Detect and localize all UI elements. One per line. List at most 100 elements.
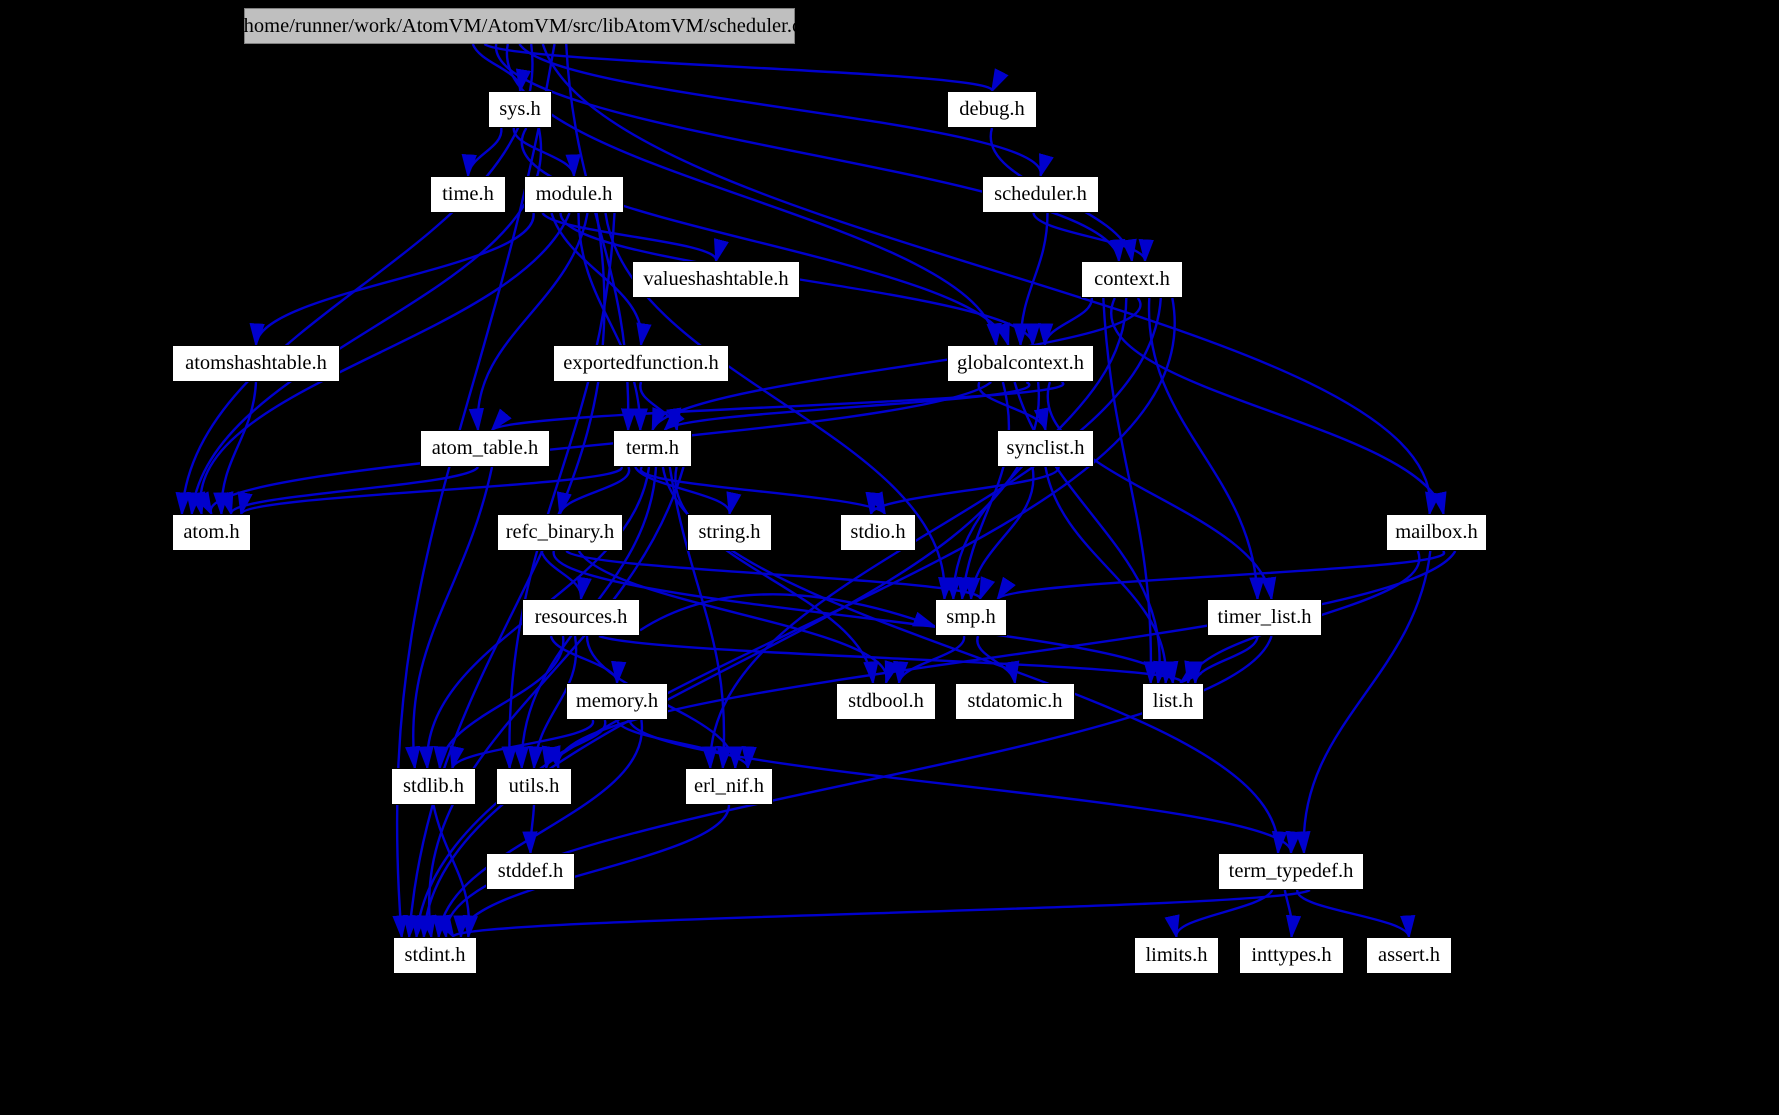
graph-edge-utils-to-stddef <box>522 804 538 856</box>
graph-node-label: term_typedef.h <box>1228 860 1354 883</box>
graph-edge-context-to-timer_list <box>1147 297 1265 602</box>
graph-node-atom_table[interactable]: atom_table.h <box>420 430 550 467</box>
graph-node-string[interactable]: string.h <box>687 514 772 551</box>
graph-node-label: timer_list.h <box>1217 606 1312 629</box>
graph-node-valueshashtable[interactable]: valueshashtable.h <box>632 261 800 298</box>
graph-node-term_typedef[interactable]: term_typedef.h <box>1218 853 1364 890</box>
graph-node-label: erl_nif.h <box>693 775 765 798</box>
graph-edge-mailbox-to-utils <box>545 550 1457 771</box>
graph-node-stdio[interactable]: stdio.h <box>840 514 916 551</box>
graph-edge-atom_table-to-stdlib <box>405 466 494 771</box>
graph-node-stdint[interactable]: stdint.h <box>393 937 477 974</box>
graph-node-label: limits.h <box>1145 944 1208 967</box>
graph-node-stdatomic[interactable]: stdatomic.h <box>955 683 1075 720</box>
graph-node-label: utils.h <box>508 775 560 798</box>
graph-node-atomshashtable[interactable]: atomshashtable.h <box>172 345 340 382</box>
graph-node-utils[interactable]: utils.h <box>496 768 572 805</box>
graph-edge-mailbox-to-term_typedef <box>1295 550 1432 856</box>
graph-edge-resources-to-memory <box>549 635 627 686</box>
edge-layer <box>175 42 1457 940</box>
graph-node-mailbox[interactable]: mailbox.h <box>1386 514 1487 551</box>
include-dependency-graph: /home/runner/work/AtomVM/AtomVM/src/libA… <box>0 0 1779 1115</box>
graph-node-label: stdint.h <box>404 944 466 967</box>
graph-node-label: mailbox.h <box>1395 521 1478 544</box>
graph-edge-synclist-to-list <box>1044 466 1175 686</box>
graph-node-label: globalcontext.h <box>957 352 1084 375</box>
graph-edge-term-to-refc_binary <box>556 466 631 517</box>
graph-node-label: list.h <box>1152 690 1194 713</box>
graph-edge-mailbox-to-smp <box>996 550 1446 601</box>
graph-node-sys[interactable]: sys.h <box>488 91 552 128</box>
graph-node-label: memory.h <box>575 690 659 713</box>
graph-node-label: inttypes.h <box>1251 944 1332 967</box>
graph-node-label: context.h <box>1094 268 1170 291</box>
graph-node-synclist[interactable]: synclist.h <box>997 430 1094 467</box>
graph-edge-term_typedef-to-assert <box>1296 889 1416 940</box>
graph-node-label: valueshashtable.h <box>643 268 789 291</box>
graph-node-globalcontext[interactable]: globalcontext.h <box>947 345 1094 382</box>
graph-node-label: time.h <box>442 183 494 206</box>
graph-node-label: term.h <box>626 437 679 460</box>
graph-node-context[interactable]: context.h <box>1081 261 1183 298</box>
graph-edge-term_typedef-to-stdint <box>436 888 1311 940</box>
graph-node-root[interactable]: /home/runner/work/AtomVM/AtomVM/src/libA… <box>238 8 801 44</box>
graph-node-label: smp.h <box>946 606 996 629</box>
graph-node-label: resources.h <box>534 606 628 629</box>
graph-node-label: stdlib.h <box>403 775 464 798</box>
graph-node-label: sys.h <box>499 98 541 121</box>
graph-node-atom[interactable]: atom.h <box>172 514 251 551</box>
graph-node-module[interactable]: module.h <box>524 176 624 213</box>
graph-node-label: stdatomic.h <box>967 690 1063 713</box>
graph-node-smp[interactable]: smp.h <box>935 599 1007 636</box>
graph-edge-module-to-exportedfunction <box>550 212 652 348</box>
graph-node-inttypes[interactable]: inttypes.h <box>1239 937 1344 974</box>
graph-edge-sys-to-time <box>461 127 503 179</box>
graph-edge-refc_binary-to-smp <box>565 550 995 602</box>
graph-edge-module-to-valueshashtable <box>541 212 729 264</box>
graph-node-label: module.h <box>535 183 613 206</box>
graph-node-erl_nif[interactable]: erl_nif.h <box>685 768 773 805</box>
graph-node-label: exportedfunction.h <box>563 352 719 375</box>
graph-node-scheduler[interactable]: scheduler.h <box>982 176 1099 213</box>
graph-node-resources[interactable]: resources.h <box>522 599 640 636</box>
graph-edge-module-to-term <box>577 212 648 433</box>
graph-node-label: synclist.h <box>1006 437 1085 460</box>
graph-node-label: refc_binary.h <box>505 521 615 544</box>
graph-edge-module-to-atomshashtable <box>249 212 535 348</box>
graph-edge-sys-to-globalcontext <box>520 127 1010 348</box>
graph-node-label: stdbool.h <box>848 690 924 713</box>
graph-node-stdbool[interactable]: stdbool.h <box>836 683 936 720</box>
graph-node-term[interactable]: term.h <box>613 430 692 467</box>
graph-edge-memory-to-erl_nif <box>615 719 757 771</box>
graph-edge-timer_list-to-list <box>1187 635 1259 686</box>
graph-node-label: atomshashtable.h <box>185 352 327 375</box>
graph-node-label: atom.h <box>183 521 240 544</box>
graph-node-refc_binary[interactable]: refc_binary.h <box>497 514 623 551</box>
graph-node-label: string.h <box>698 521 761 544</box>
graph-node-label: scheduler.h <box>994 183 1087 206</box>
graph-edge-globalcontext-to-list <box>1013 381 1169 686</box>
graph-edge-refc_binary-to-list <box>552 550 1179 686</box>
graph-edge-term_typedef-to-inttypes <box>1283 889 1302 940</box>
graph-edge-module-to-stdint <box>403 212 606 940</box>
graph-node-timer_list[interactable]: timer_list.h <box>1207 599 1322 636</box>
graph-node-stddef[interactable]: stddef.h <box>486 853 575 890</box>
graph-edge-context-to-mailbox <box>1110 297 1447 517</box>
graph-node-label: stdio.h <box>850 521 906 544</box>
graph-edge-globalcontext-to-term <box>663 380 1031 432</box>
graph-node-exportedfunction[interactable]: exportedfunction.h <box>553 345 729 382</box>
graph-edge-globalcontext-to-timer_list <box>1046 381 1277 602</box>
graph-node-limits[interactable]: limits.h <box>1134 937 1219 974</box>
graph-node-stdlib[interactable]: stdlib.h <box>391 768 476 805</box>
graph-node-time[interactable]: time.h <box>430 176 506 213</box>
graph-edge-root-to-debug <box>483 42 1009 94</box>
graph-node-debug[interactable]: debug.h <box>947 91 1037 128</box>
graph-node-memory[interactable]: memory.h <box>566 683 668 720</box>
graph-node-label: stddef.h <box>497 860 564 883</box>
graph-edge-scheduler-to-context <box>1032 212 1154 264</box>
graph-node-label: assert.h <box>1377 944 1441 967</box>
graph-node-list[interactable]: list.h <box>1142 683 1204 720</box>
graph-node-label: debug.h <box>959 98 1025 121</box>
graph-node-assert[interactable]: assert.h <box>1366 937 1452 974</box>
graph-node-label: atom_table.h <box>431 437 539 460</box>
